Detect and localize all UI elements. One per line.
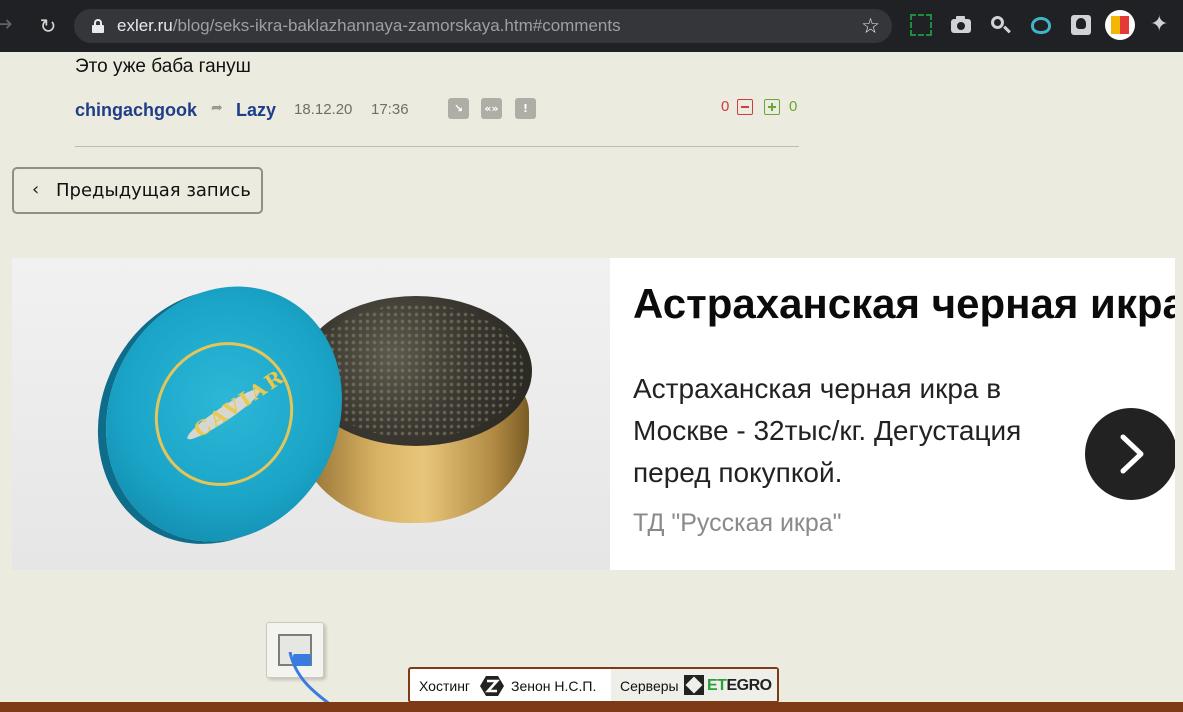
- servers-provider-a: ET: [707, 677, 727, 694]
- servers-label: Серверы: [620, 678, 679, 694]
- screenshot-extension-icon[interactable]: [910, 14, 932, 36]
- zenon-logo-icon[interactable]: [479, 674, 505, 698]
- caviar-image: CAVIAR: [12, 258, 610, 570]
- reload-icon[interactable]: ↻: [36, 14, 60, 38]
- previous-post-label: Предыдущая запись: [56, 180, 251, 201]
- location-extension-icon[interactable]: [1030, 14, 1052, 36]
- quote-icon[interactable]: «»: [481, 98, 502, 119]
- ad-description: Астраханская черная икра в Москве - 32ты…: [633, 373, 1022, 488]
- browser-toolbar: → ↻ exler.ru/blog/seks-ikra-baklazhannay…: [0, 0, 1183, 52]
- url-path: /blog/seks-ikra-baklazhannaya-zamorskaya…: [172, 16, 621, 35]
- comment-time: 17:36: [371, 101, 409, 118]
- previous-post-button[interactable]: ‹ Предыдущая запись: [12, 167, 263, 214]
- footer-strip: [0, 702, 1183, 712]
- camera-extension-icon[interactable]: [950, 14, 972, 36]
- comment-meta: chingachgook ➦ Lazy 18.12.20 17:36 ↘ «» …: [75, 98, 805, 122]
- extensions-puzzle-icon[interactable]: ✦: [1150, 12, 1168, 38]
- report-icon[interactable]: !: [515, 98, 536, 119]
- profile-avatar[interactable]: [1105, 10, 1135, 40]
- ad-title[interactable]: Астраханская черная икра: [633, 279, 1175, 329]
- reply-to-link[interactable]: Lazy: [236, 99, 276, 121]
- etegro-logo-icon[interactable]: [684, 675, 704, 695]
- reply-arrow-icon: ➦: [211, 100, 223, 116]
- score-minus: 0: [721, 98, 730, 115]
- servers-provider-link[interactable]: ETEGRO: [707, 676, 772, 696]
- chevron-right-icon: [1120, 434, 1144, 474]
- comment-divider: [75, 146, 799, 147]
- forward-arrow-icon[interactable]: →: [0, 14, 16, 36]
- comment-date: 18.12.20: [294, 101, 353, 118]
- servers-provider-b: EGRO: [726, 677, 772, 694]
- bulb-extension-icon[interactable]: [1070, 14, 1092, 36]
- url-host: exler.ru: [117, 16, 173, 35]
- comment-author-link[interactable]: chingachgook: [75, 99, 197, 121]
- vote-up-button[interactable]: [764, 99, 780, 115]
- servers-sponsor: Серверы ETEGRO: [611, 669, 777, 701]
- chevron-left-icon: ‹: [32, 179, 40, 200]
- hosting-label: Хостинг: [419, 678, 471, 694]
- search-extension-icon[interactable]: [989, 14, 1011, 36]
- address-bar[interactable]: exler.ru/blog/seks-ikra-baklazhannaya-za…: [74, 9, 892, 43]
- score-plus: 0: [789, 98, 798, 115]
- vote-down-button[interactable]: [737, 99, 753, 115]
- bookmark-star-icon[interactable]: ☆: [861, 14, 880, 38]
- caviar-tin-lid: CAVIAR: [61, 258, 387, 570]
- ad-brand: ТД "Русская икра": [633, 509, 842, 537]
- url-text[interactable]: exler.ru/blog/seks-ikra-baklazhannaya-za…: [117, 17, 621, 35]
- lock-icon: [92, 19, 104, 33]
- link-icon[interactable]: ↘: [448, 98, 469, 119]
- ad-banner[interactable]: CAVIAR Астраханская черная икра Астрахан…: [12, 258, 1175, 570]
- ad-next-button[interactable]: [1085, 408, 1175, 500]
- hosting-provider-link[interactable]: Зенон Н.С.П.: [511, 677, 596, 695]
- comment-text: Это уже баба гануш: [75, 56, 251, 77]
- footer-sponsors: Хостинг Зенон Н.С.П. Серверы ETEGRO: [408, 667, 779, 703]
